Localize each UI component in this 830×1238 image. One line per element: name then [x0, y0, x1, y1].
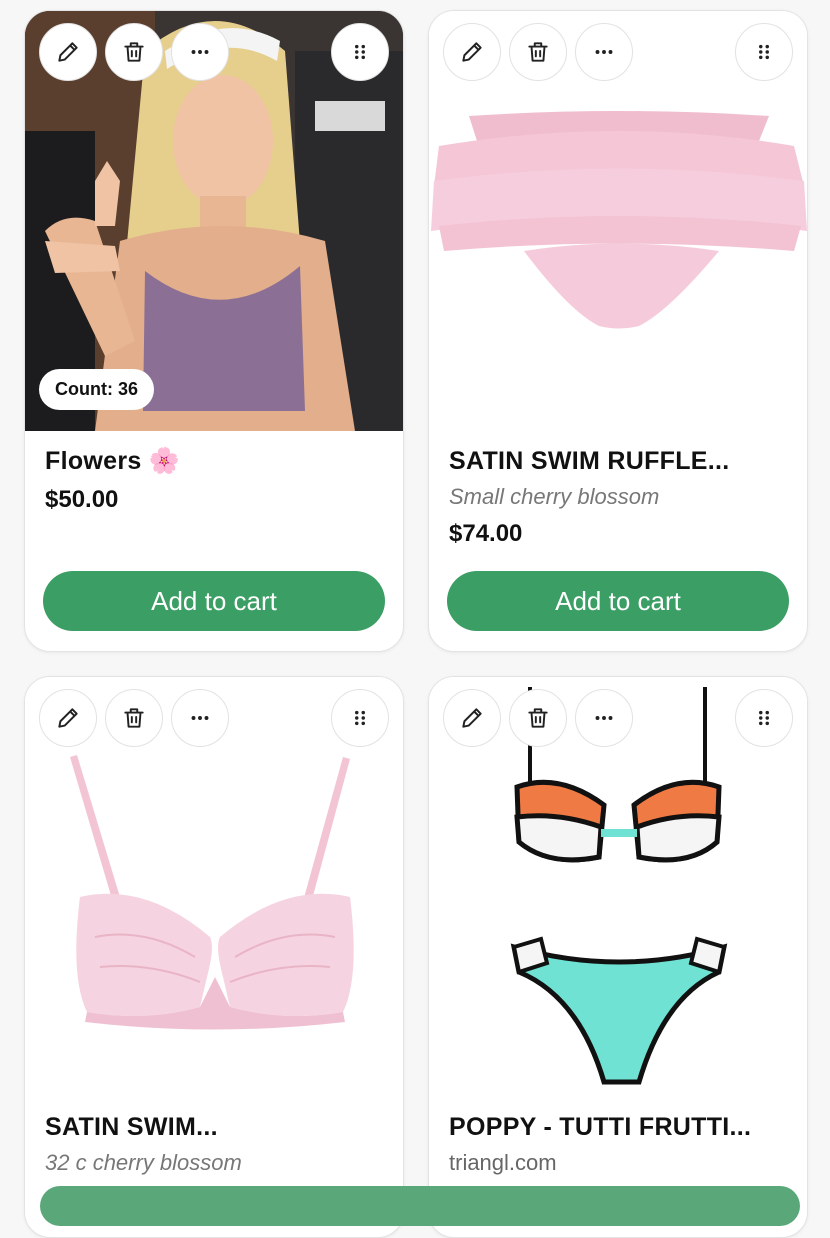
product-title: Flowers 🌸 — [45, 447, 181, 475]
bottom-action-bar[interactable] — [40, 1186, 800, 1226]
product-title: SATIN SWIM... — [45, 1113, 218, 1141]
delete-button[interactable] — [105, 23, 163, 81]
drag-handle-icon — [355, 710, 365, 726]
product-price: $74.00 — [449, 520, 523, 547]
product-variant: Small cherry blossom — [449, 484, 660, 509]
product-info: SATIN SWIM... 32 c cherry blossom — [45, 1113, 383, 1176]
pencil-icon — [58, 42, 78, 62]
trash-icon — [124, 42, 144, 62]
more-horizontal-icon — [191, 716, 209, 720]
product-card-flowers: Count: 36 Flowers 🌸 $50.00 Add to cart — [24, 10, 404, 652]
delete-button[interactable] — [105, 689, 163, 747]
edit-button[interactable] — [443, 689, 501, 747]
drag-handle-icon — [355, 44, 365, 60]
edit-button[interactable] — [443, 23, 501, 81]
product-info: Flowers 🌸 $50.00 — [45, 447, 383, 514]
product-card-poppy-tutti-frutti: POPPY - TUTTI FRUTTI... triangl.com — [428, 676, 808, 1238]
product-title: POPPY - TUTTI FRUTTI... — [449, 1113, 752, 1141]
add-to-cart-button[interactable]: Add to cart — [447, 571, 789, 631]
trash-icon — [528, 708, 548, 728]
trash-icon — [124, 708, 144, 728]
delete-button[interactable] — [509, 23, 567, 81]
add-to-cart-button[interactable]: Add to cart — [43, 571, 385, 631]
delete-button[interactable] — [509, 689, 567, 747]
count-badge: Count: 36 — [39, 369, 154, 410]
product-info: SATIN SWIM RUFFLE... Small cherry blosso… — [449, 447, 787, 548]
drag-handle-icon — [759, 710, 769, 726]
product-info: POPPY - TUTTI FRUTTI... triangl.com — [449, 1113, 787, 1176]
drag-handle-button[interactable] — [331, 689, 389, 747]
more-options-button[interactable] — [575, 689, 633, 747]
trash-icon — [528, 42, 548, 62]
pencil-icon — [462, 708, 482, 728]
edit-button[interactable] — [39, 23, 97, 81]
drag-handle-icon — [759, 44, 769, 60]
more-horizontal-icon — [595, 50, 613, 54]
product-card-satin-swim-top: SATIN SWIM... 32 c cherry blossom — [24, 676, 404, 1238]
product-variant: 32 c cherry blossom — [45, 1150, 242, 1175]
more-options-button[interactable] — [171, 23, 229, 81]
more-horizontal-icon — [595, 716, 613, 720]
pencil-icon — [58, 708, 78, 728]
more-horizontal-icon — [191, 50, 209, 54]
product-price: $50.00 — [45, 486, 119, 513]
drag-handle-button[interactable] — [331, 23, 389, 81]
drag-handle-button[interactable] — [735, 23, 793, 81]
product-card-satin-swim-ruffle: SATIN SWIM RUFFLE... Small cherry blosso… — [428, 10, 808, 652]
pencil-icon — [462, 42, 482, 62]
more-options-button[interactable] — [575, 23, 633, 81]
more-options-button[interactable] — [171, 689, 229, 747]
product-title: SATIN SWIM RUFFLE... — [449, 447, 730, 475]
drag-handle-button[interactable] — [735, 689, 793, 747]
product-source-site: triangl.com — [449, 1150, 557, 1175]
edit-button[interactable] — [39, 689, 97, 747]
